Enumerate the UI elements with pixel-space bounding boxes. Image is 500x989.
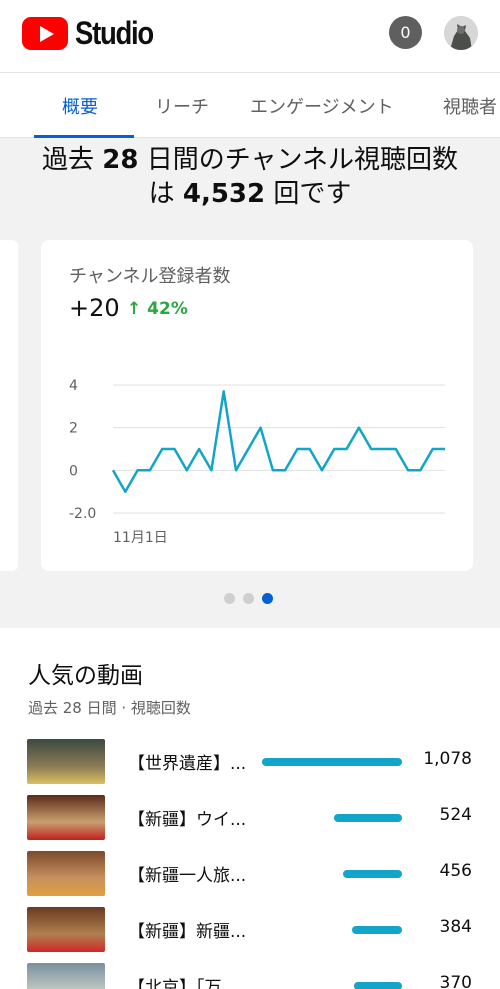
summary-middle: 日間のチャンネル視聴回数 <box>146 145 458 175</box>
views-bar <box>342 870 402 878</box>
video-views-count: 1,078 <box>423 749 472 769</box>
popular-videos-title: 人気の動画 <box>28 663 143 689</box>
popular-video-row[interactable]: 【世界遺産】... 1,078 <box>0 739 500 787</box>
popular-video-row[interactable]: 【新疆】ウイ... 524 <box>0 795 500 843</box>
brand-name: Studio <box>75 15 154 51</box>
views-bar <box>333 814 402 822</box>
views-bar <box>353 982 402 989</box>
video-thumbnail <box>27 739 105 784</box>
carousel-dot[interactable] <box>262 593 273 604</box>
carousel-dot[interactable] <box>224 593 235 604</box>
video-thumbnail <box>27 851 105 896</box>
y-tick-label: -2.0 <box>69 506 96 522</box>
subscribers-card[interactable]: チャンネル登録者数 +20 ↑ 42% 4 2 0 -2.0 11月1日 <box>41 240 473 571</box>
video-views-count: 384 <box>439 917 472 937</box>
popular-video-row[interactable]: 【新疆】新疆... 384 <box>0 907 500 955</box>
tab-overview[interactable]: 概要 <box>62 73 98 138</box>
video-thumbnail <box>27 907 105 952</box>
y-tick-label: 4 <box>69 378 78 394</box>
previous-card-peek[interactable] <box>0 240 18 571</box>
video-thumbnail <box>27 963 105 989</box>
carousel-dot[interactable] <box>243 593 254 604</box>
avatar[interactable] <box>444 16 478 50</box>
views-summary-headline: 過去 28 日間のチャンネル視聴回数 は 4,532 回です <box>0 143 500 211</box>
popular-video-row[interactable]: 【新疆一人旅... 456 <box>0 851 500 899</box>
summary-prefix: 過去 <box>42 145 95 175</box>
summary-suffix: 回です <box>273 179 352 209</box>
tab-audience[interactable]: 視聴者 <box>443 73 497 138</box>
video-title: 【北京】「万... <box>128 978 238 989</box>
video-title: 【新疆】新疆... <box>128 922 247 942</box>
subscribers-line-chart: 4 2 0 -2.0 11月1日 <box>69 378 446 546</box>
tab-reach[interactable]: リーチ <box>155 73 209 138</box>
video-title: 【世界遺産】... <box>128 754 247 774</box>
views-bar <box>262 758 402 766</box>
popular-videos-subtitle: 過去 28 日間 · 視聴回数 <box>28 699 191 717</box>
top-bar: Studio 0 <box>0 0 500 72</box>
tab-bar: 概要 リーチ エンゲージメント 視聴者 <box>0 72 500 138</box>
y-tick-label: 0 <box>69 463 78 479</box>
video-thumbnail <box>27 795 105 840</box>
video-title: 【新疆】ウイ... <box>128 810 247 830</box>
video-title: 【新疆一人旅... <box>128 866 247 886</box>
subscribers-series-line <box>111 390 445 493</box>
summary-views: 4,532 <box>182 179 266 209</box>
youtube-studio-logo[interactable]: Studio <box>22 15 166 52</box>
notifications-button[interactable]: 0 <box>389 16 422 49</box>
avatar-image <box>444 16 478 50</box>
tab-engagement[interactable]: エンゲージメント <box>250 73 394 138</box>
youtube-play-icon <box>22 17 68 50</box>
y-tick-label: 2 <box>69 421 78 437</box>
carousel-dots <box>224 593 273 604</box>
video-views-count: 456 <box>439 861 472 881</box>
video-views-count: 524 <box>439 805 472 825</box>
views-bar <box>352 926 402 934</box>
video-views-count: 370 <box>439 973 472 989</box>
summary-wa: は <box>148 179 175 209</box>
popular-video-row[interactable]: 【北京】「万... 370 <box>0 963 500 989</box>
x-tick-label: 11月1日 <box>113 530 168 546</box>
summary-days: 28 <box>102 145 139 175</box>
